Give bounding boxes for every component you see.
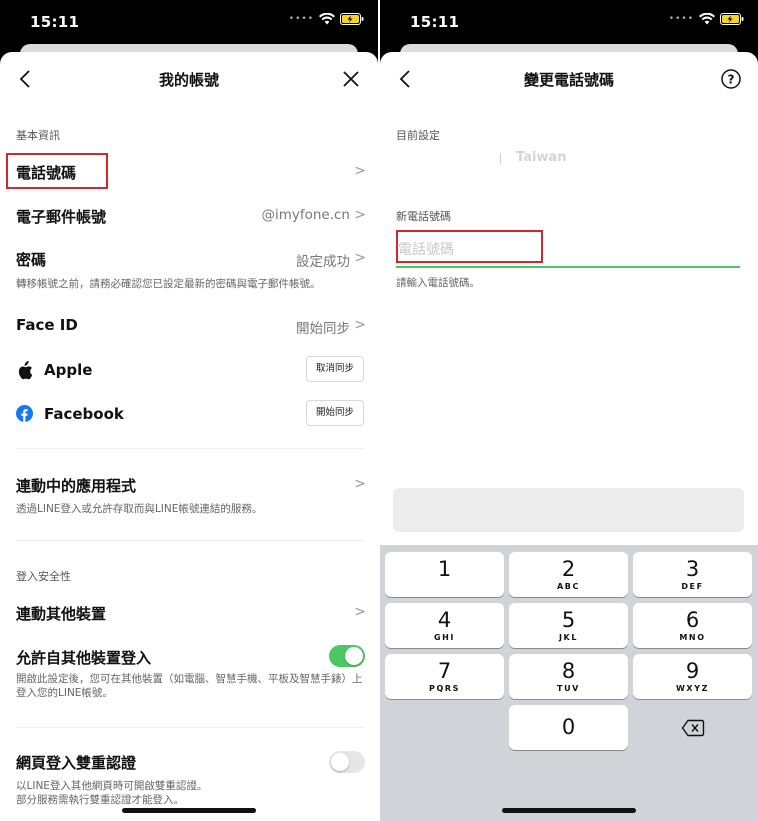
svg-text:?: ?	[728, 73, 735, 87]
status-bar: 15:11 ••••	[0, 0, 378, 44]
faceid-status: 開始同步	[296, 321, 350, 337]
battery-icon	[340, 13, 364, 25]
key-7[interactable]: 7 PQRS	[385, 654, 504, 699]
password-label: 密碼	[16, 251, 47, 269]
chevron-right-icon: >	[354, 604, 366, 620]
key-3[interactable]: 3 DEF	[633, 552, 752, 597]
page-title: 我的帳號	[158, 71, 219, 89]
status-time: 15:11	[30, 13, 80, 31]
delete-icon	[681, 719, 704, 736]
email-label: 電子郵件帳號	[16, 208, 107, 226]
input-hint: 請輸入電話號碼。	[396, 277, 480, 289]
linked-apps-label: 連動中的應用程式	[16, 477, 137, 495]
navigation-bar: 我的帳號	[0, 52, 378, 104]
faceid-label: Face ID	[16, 316, 78, 334]
highlight-box	[396, 230, 543, 263]
signal-icon: ••••	[668, 14, 694, 24]
battery-icon	[720, 13, 744, 25]
web-2fa-note-2: 部分服務需執行雙重認證才能登入。	[16, 794, 184, 806]
my-account-screen: 15:11 •••• 我的帳號 基本資訊 電話號碼 > 電子郵件帳號 @imyf…	[0, 0, 378, 821]
apple-label: Apple	[44, 361, 93, 379]
numeric-keypad: 1 2 ABC 3 DEF 4 GHI 5 JKL 6 MNO 7 PQRS 8 TUV 9W…	[380, 545, 758, 821]
account-sheet: 我的帳號 基本資訊 電話號碼 > 電子郵件帳號 @imyfone.cn > 密碼…	[0, 52, 378, 821]
chevron-right-icon: >	[354, 317, 366, 333]
facebook-icon	[16, 405, 33, 422]
home-indicator	[502, 808, 636, 813]
facebook-label: Facebook	[44, 405, 124, 423]
divider	[16, 727, 364, 728]
chevron-right-icon: >	[354, 250, 366, 266]
password-status: 設定成功	[296, 254, 350, 270]
phone-number-label: 電話號碼	[16, 164, 77, 182]
chevron-right-icon: >	[354, 476, 366, 492]
wifi-icon	[699, 13, 715, 25]
key-1[interactable]: 1	[385, 552, 504, 597]
basic-info-label: 基本資訊	[16, 129, 60, 142]
web-2fa-label: 網頁登入雙重認證	[16, 754, 137, 772]
signal-icon: ••••	[288, 14, 314, 24]
facebook-sync-button[interactable]: 開始同步	[305, 400, 364, 426]
chevron-right-icon: >	[354, 207, 366, 223]
apple-icon	[18, 361, 33, 380]
help-icon[interactable]: ?	[720, 68, 742, 90]
current-country: Taiwan	[516, 150, 567, 165]
chevron-right-icon: >	[354, 163, 366, 179]
status-bar: 15:11 ••••	[380, 0, 758, 44]
allow-login-note: 開啟此設定後，您可在其他裝置（如電腦、智慧手機、平板及智慧手錶）上登入您的LIN…	[16, 673, 363, 699]
key-6[interactable]: 6 MNO	[633, 603, 752, 648]
new-phone-label: 新電話號碼	[396, 210, 451, 223]
login-security-label: 登入安全性	[16, 570, 71, 583]
next-button[interactable]	[393, 488, 744, 532]
key-4[interactable]: 4 GHI	[385, 603, 504, 648]
apple-unsync-button[interactable]: 取消同步	[305, 356, 364, 382]
key-5[interactable]: 5 JKL	[509, 603, 628, 648]
link-devices-label: 連動其他裝置	[16, 605, 107, 623]
navigation-bar: 變更電話號碼 ?	[380, 52, 758, 104]
allow-login-toggle[interactable]	[329, 645, 365, 667]
linked-apps-note: 透過LINE登入或允許存取而與LINE帳號連結的服務。	[16, 503, 263, 515]
allow-login-label: 允許自其他裝置登入	[16, 649, 152, 667]
password-note: 轉移帳號之前，請務必確認您已設定最新的密碼與電子郵件帳號。	[16, 278, 321, 290]
current-setting-label: 目前設定	[396, 129, 440, 142]
web-2fa-toggle[interactable]	[329, 751, 365, 773]
key-8[interactable]: 8 TUV	[509, 654, 628, 699]
wifi-icon	[319, 13, 335, 25]
key-9[interactable]: 9 WXYZ	[633, 654, 752, 699]
web-2fa-note-1: 以LINE登入其他網頁時可開啟雙重認證。	[16, 780, 208, 792]
status-time: 15:11	[410, 13, 460, 31]
change-phone-sheet: 變更電話號碼 ? 目前設定 Taiwan 新電話號碼 請輸入電話號碼。 1 2A…	[380, 52, 758, 821]
divider	[16, 448, 364, 449]
change-phone-screen: 15:11 •••• 變更電話號碼 ? 目前設定 Taiwan 新電話號碼 請輸…	[380, 0, 758, 821]
divider	[16, 540, 364, 541]
delete-key[interactable]	[633, 705, 752, 750]
email-value: @imyfone.cn	[261, 207, 350, 223]
key-2[interactable]: 2 ABC	[509, 552, 628, 597]
page-title: 變更電話號碼	[523, 71, 614, 89]
key-0[interactable]: 0	[509, 705, 628, 750]
close-icon[interactable]	[340, 68, 362, 90]
home-indicator	[122, 808, 256, 813]
